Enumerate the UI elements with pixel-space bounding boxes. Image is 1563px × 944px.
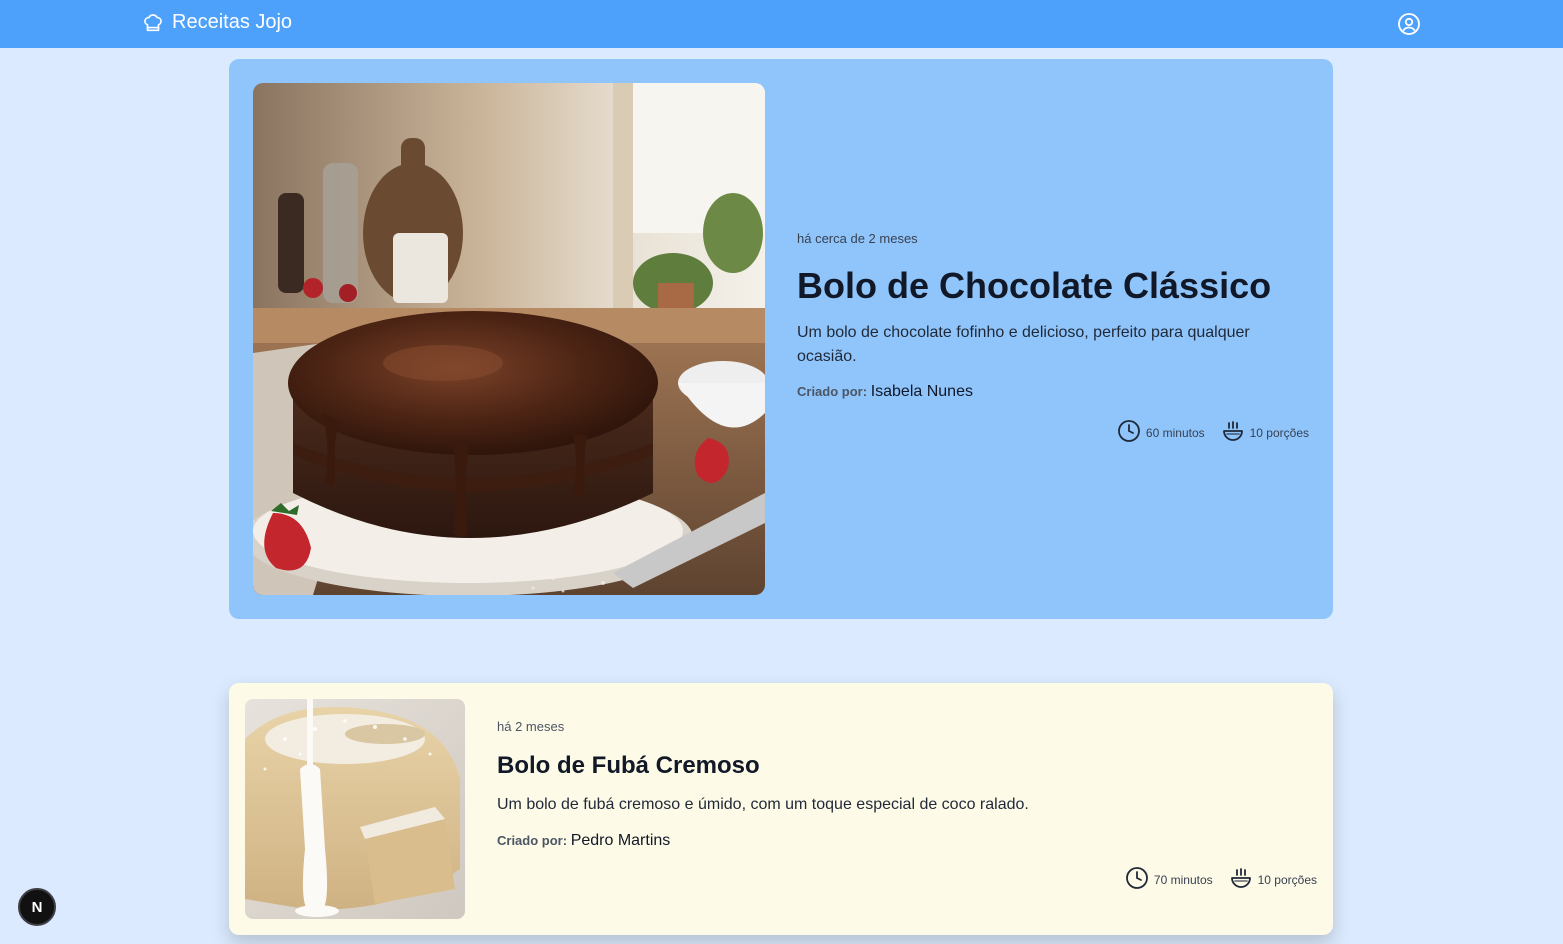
servings-label: 10 porções (1249, 425, 1309, 440)
clock-icon (1117, 419, 1141, 446)
servings: 10 porções (1221, 419, 1309, 446)
prep-time: 60 minutos (1117, 419, 1205, 446)
recipe-meta: 70 minutos 10 porções (497, 866, 1317, 893)
author-name: Isabela Nunes (870, 383, 973, 401)
author-label: Criado por: (797, 384, 868, 400)
recipe-description: Um bolo de fubá cremoso e úmido, com um … (497, 796, 1029, 813)
recipe-info: há 2 meses Bolo de Fubá Cremoso Um bolo … (497, 719, 1317, 893)
recipe-date: há 2 meses (497, 719, 565, 734)
brand-link[interactable]: Receitas Jojo (142, 11, 292, 34)
user-circle-icon (1397, 13, 1421, 40)
featured-recipe-card[interactable]: há cerca de 2 meses Bolo de Chocolate Cl… (229, 59, 1333, 619)
author-label: Criado por: (497, 833, 568, 848)
clock-icon (1125, 866, 1149, 893)
featured-recipe-title[interactable]: Bolo de Chocolate Clássico (797, 264, 1309, 307)
featured-recipe-description: Um bolo de chocolate fofinho e delicioso… (797, 324, 1250, 366)
featured-recipe-info: há cerca de 2 meses Bolo de Chocolate Cl… (797, 231, 1309, 446)
servings: 10 porções (1229, 866, 1317, 893)
recipe-image (245, 699, 465, 919)
recipe-card[interactable]: há 2 meses Bolo de Fubá Cremoso Um bolo … (229, 683, 1333, 935)
brand-name: Receitas Jojo (172, 11, 293, 33)
bowl-icon (1229, 866, 1253, 893)
recipe-title[interactable]: Bolo de Fubá Cremoso (497, 752, 1317, 780)
bowl-icon (1221, 419, 1245, 446)
user-profile-button[interactable] (1397, 12, 1421, 36)
recipe-author: Criado por: Pedro Martins (497, 832, 1317, 850)
prep-time-label: 60 minutos (1145, 425, 1205, 440)
prep-time: 70 minutos (1125, 866, 1213, 893)
top-navigation-bar: Receitas Jojo (0, 0, 1563, 48)
servings-label: 10 porções (1257, 872, 1317, 887)
prep-time-label: 70 minutos (1153, 872, 1213, 887)
chef-hat-icon (142, 12, 164, 34)
featured-recipe-meta: 60 minutos 10 porções (797, 419, 1309, 446)
featured-recipe-date: há cerca de 2 meses (797, 231, 918, 246)
author-name: Pedro Martins (570, 832, 671, 849)
dev-tools-badge[interactable]: N (18, 888, 56, 926)
featured-recipe-author: Criado por: Isabela Nunes (797, 383, 1309, 401)
featured-recipe-image (253, 83, 765, 595)
